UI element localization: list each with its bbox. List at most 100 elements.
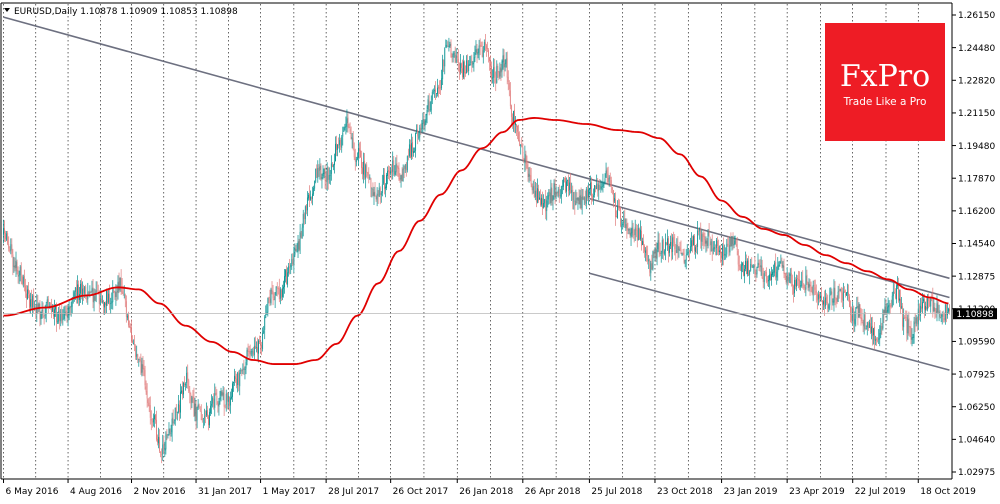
candle-body (757, 262, 759, 268)
candle-body (370, 178, 372, 189)
candle-body (527, 167, 529, 177)
candle-body (715, 240, 717, 248)
candle-body (574, 200, 576, 206)
candle-body (49, 304, 51, 307)
candle-body (256, 347, 257, 348)
candle-body (42, 309, 44, 316)
candle-body (115, 292, 117, 297)
candle-body (19, 266, 21, 276)
candle-body (352, 137, 354, 150)
candle-body (304, 206, 306, 220)
candle-body (357, 148, 359, 158)
candle-body (633, 234, 635, 236)
candle-body (424, 121, 426, 127)
candle-body (899, 298, 900, 301)
candle-body (311, 197, 312, 199)
candle-body (28, 289, 29, 294)
candle-body (267, 298, 269, 313)
candle-body (535, 190, 537, 202)
candle-body (675, 249, 677, 253)
candle-body (905, 317, 907, 318)
candle-body (480, 44, 482, 47)
candle-body (857, 305, 859, 318)
candle-body (489, 57, 490, 62)
candle-body (944, 304, 946, 321)
candle-body (91, 288, 93, 292)
candle-body (843, 290, 845, 293)
candle-body (422, 118, 424, 124)
candle-body (111, 301, 113, 304)
candle-body (942, 313, 944, 317)
candle-body (594, 185, 596, 196)
candle-body (622, 223, 624, 226)
candle-body (598, 184, 600, 191)
candle-body (18, 274, 20, 277)
candle-body (502, 55, 504, 63)
candle-body (315, 168, 317, 182)
candle-body (515, 123, 516, 126)
candle-body (379, 188, 381, 195)
candle-body (683, 252, 685, 263)
candle-body (22, 276, 24, 284)
candle-body (872, 326, 873, 337)
candle-body (603, 182, 605, 184)
candle-body (797, 278, 798, 280)
candle-body (272, 291, 274, 299)
candle-body (831, 291, 833, 303)
candle-body (314, 180, 316, 189)
candle-body (655, 248, 657, 259)
candle-body (384, 175, 385, 190)
candle-body (442, 59, 444, 80)
candle-body (266, 311, 268, 315)
candle-body (892, 291, 894, 297)
candle-body (451, 56, 453, 58)
candle-body (811, 286, 813, 293)
candle-body (733, 243, 735, 246)
candle-body (934, 307, 936, 312)
candle-body (30, 299, 31, 307)
candle-body (890, 305, 892, 307)
candle-body (726, 243, 728, 255)
candle-body (724, 253, 726, 256)
candle-body (882, 310, 884, 329)
candle-body (841, 293, 843, 300)
candle-body (476, 48, 478, 54)
candle-body (485, 45, 487, 49)
candle-body (258, 340, 259, 354)
candle-body (623, 218, 625, 224)
candle-body (452, 53, 454, 58)
candle-body (487, 48, 488, 50)
candle-body (428, 100, 430, 111)
candle-body (497, 65, 499, 73)
candle-body (756, 267, 758, 275)
candle-body (177, 403, 179, 413)
candle-body (658, 240, 660, 252)
x-tick-label: 6 May 2016 (6, 487, 59, 497)
candle-body (609, 176, 611, 180)
candle-body (628, 229, 630, 231)
candle-body (630, 232, 632, 237)
candle-body (122, 291, 124, 294)
candle-body (573, 200, 575, 202)
candle-body (259, 341, 260, 343)
candle-body (198, 404, 200, 408)
price-chart[interactable]: 1.26150 1.24480 1.22820 1.21150 1.19480 1.178… (0, 0, 1000, 500)
candle-body (601, 186, 603, 187)
candle-body (40, 311, 42, 320)
candle-body (579, 195, 581, 205)
candle-body (785, 273, 787, 283)
candle-body (542, 198, 543, 208)
candle-body (90, 291, 92, 293)
candle-body (462, 68, 463, 78)
candle-body (400, 175, 402, 180)
candle-body (561, 186, 563, 187)
candle-body (432, 91, 434, 93)
candle-body (731, 236, 733, 247)
candle-body (820, 296, 821, 299)
candle-body (730, 237, 732, 247)
candle-body (234, 375, 235, 382)
candle-body (591, 182, 592, 197)
y-tick-label: 1.21150 (958, 109, 995, 119)
candle-body (590, 182, 591, 190)
candle-body (46, 299, 48, 304)
